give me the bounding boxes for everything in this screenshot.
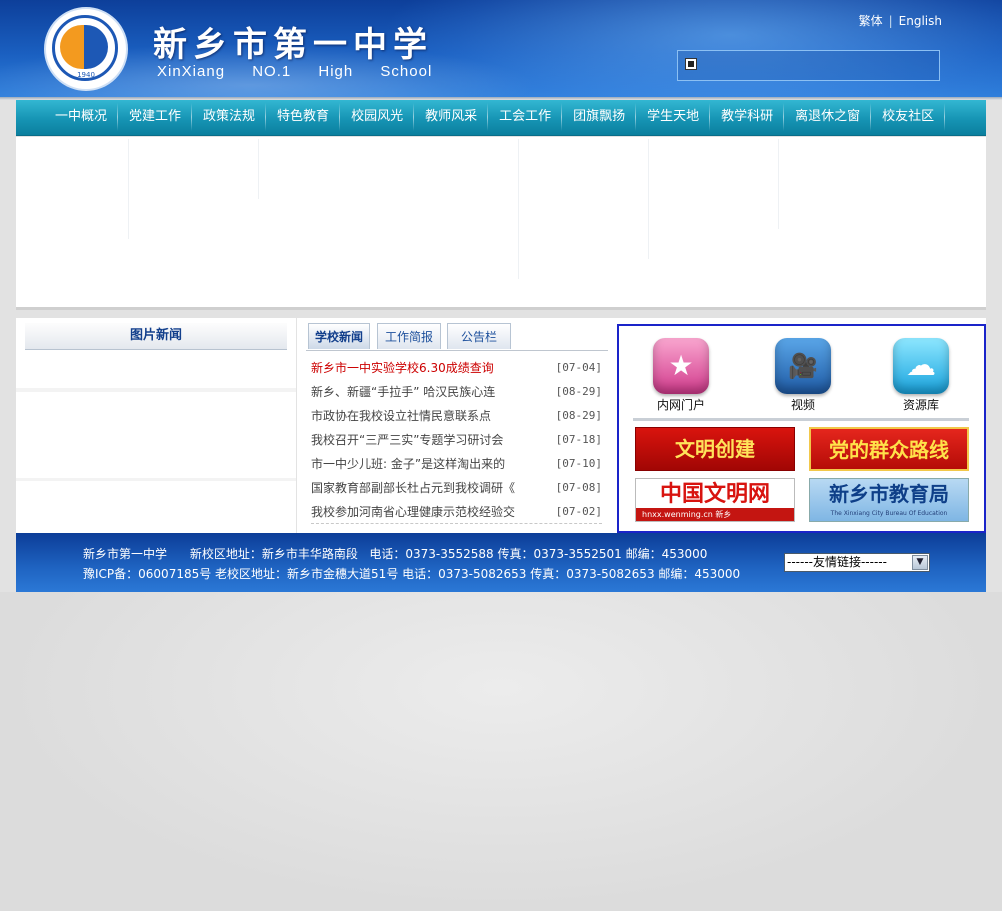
news-item-title[interactable]: 国家教育部副部长杜占元到我校调研《	[311, 476, 531, 500]
lang-traditional-link[interactable]: 繁体	[859, 14, 883, 28]
language-switch: 繁体 | English	[859, 12, 942, 29]
news-item[interactable]: 我校参加河南省心理健康示范校经验交 [07-02]	[311, 500, 602, 524]
news-list: 新乡市一中实验学校6.30成绩查询 [07-04] 新乡、新疆“手拉手” 哈汉民…	[311, 356, 602, 524]
nav-item-students[interactable]: 学生天地	[636, 100, 711, 135]
china-civilization-net-subtitle: hnxx.wenming.cn 新乡	[636, 508, 794, 521]
nav-item-research[interactable]: 教学科研	[710, 100, 785, 135]
content-section: 图片新闻 学校新闻 工作简报 公告栏 新乡市一中实验学校6.30成绩查询 [07…	[16, 318, 986, 533]
nav-item-policy[interactable]: 政策法规	[192, 100, 267, 135]
news-divider	[311, 523, 602, 524]
tab-bulletin[interactable]: 公告栏	[447, 323, 511, 349]
news-item[interactable]: 新乡、新疆“手拉手” 哈汉民族心连 [08-29]	[311, 380, 602, 404]
video-button[interactable]: 🎥 视频	[773, 338, 833, 413]
banner-fold-line	[518, 139, 519, 279]
nav-item-union[interactable]: 工会工作	[488, 100, 563, 135]
education-bureau-subtitle: The Xinxiang City Bureau Of Education	[830, 510, 948, 517]
star-icon: ★	[653, 338, 709, 394]
school-name-cn: 新乡市第一中学	[153, 25, 433, 65]
mass-line-banner[interactable]: 党的群众路线	[809, 427, 969, 471]
news-item-date: [07-08]	[555, 481, 602, 494]
news-item-title[interactable]: 我校召开“三严三实”专题学习研讨会	[311, 428, 531, 452]
news-item-title[interactable]: 市一中少儿班: 金子”是这样淘出来的	[311, 452, 531, 476]
education-bureau-title: 新乡市教育局	[829, 482, 949, 506]
friend-links-select[interactable]: ------友情链接------ ▼	[784, 553, 930, 572]
news-item[interactable]: 国家教育部副部长杜占元到我校调研《 [07-08]	[311, 476, 602, 500]
nav-item-youth-league[interactable]: 团旗飘扬	[562, 100, 637, 135]
news-panel: 学校新闻 工作简报 公告栏 新乡市一中实验学校6.30成绩查询 [07-04] …	[306, 318, 608, 533]
footer-address-line-1: 新乡市第一中学 新校区地址：新乡市丰华路南段 电话：0373-3552588 传…	[83, 547, 708, 561]
video-label: 视频	[790, 398, 815, 412]
education-bureau-banner[interactable]: 新乡市教育局 The Xinxiang City Bureau Of Educa…	[809, 478, 969, 522]
news-item-title[interactable]: 市政协在我校设立社情民意联系点	[311, 404, 531, 428]
friend-links-selected-value: ------友情链接------	[787, 555, 887, 569]
logo-year: 1940	[77, 71, 95, 79]
school-logo[interactable]: 1940	[44, 7, 128, 91]
site-header: 1940 新乡市第一中学 XinXiang NO.1 High School 繁…	[0, 0, 1002, 97]
nav-item-alumni[interactable]: 校友社区	[871, 100, 946, 135]
footer-address-line-2: 豫ICP备：06007185号 老校区地址：新乡市金穗大道51号 电话：0373…	[83, 567, 741, 581]
nav-item-teachers[interactable]: 教师风采	[414, 100, 489, 135]
quick-links-panel: ★ 内网门户 🎥 视频 ☁ 资源库 文明创建 党的群众路线 中国文明网 hnxx…	[617, 324, 986, 533]
banner-fold-line	[648, 139, 649, 259]
picture-news-divider	[16, 478, 296, 481]
picture-news-divider	[16, 388, 296, 392]
news-item-date: [08-29]	[555, 409, 602, 422]
picture-news-panel: 图片新闻	[16, 318, 297, 533]
resource-library-button[interactable]: ☁ 资源库	[891, 338, 951, 413]
lang-english-link[interactable]: English	[899, 14, 942, 28]
main-nav: 一中概况 党建工作 政策法规 特色教育 校园风光 教师风采 工会工作 团旗飘扬 …	[16, 100, 986, 136]
intranet-portal-button[interactable]: ★ 内网门户	[651, 338, 711, 413]
news-item-date: [07-02]	[555, 505, 602, 518]
news-item-title[interactable]: 我校参加河南省心理健康示范校经验交	[311, 500, 531, 524]
cloud-icon: ☁	[893, 338, 949, 394]
lang-separator: |	[888, 14, 893, 28]
news-item-date: [07-04]	[555, 361, 602, 374]
news-item-date: [07-18]	[555, 433, 602, 446]
banner-fold-line	[778, 139, 779, 229]
news-item[interactable]: 我校召开“三严三实”专题学习研讨会 [07-18]	[311, 428, 602, 452]
news-item-date: [08-29]	[555, 385, 602, 398]
nav-item-overview[interactable]: 一中概况	[44, 100, 119, 135]
page-background	[0, 592, 1002, 911]
icon-row-divider	[633, 418, 969, 421]
resource-library-label: 资源库	[902, 398, 939, 412]
tab-work-brief[interactable]: 工作简报	[377, 323, 441, 349]
china-civilization-net-title: 中国文明网	[659, 481, 770, 507]
news-item-title[interactable]: 新乡市一中实验学校6.30成绩查询	[311, 356, 531, 380]
intranet-portal-label: 内网门户	[656, 398, 705, 412]
news-item[interactable]: 市政协在我校设立社情民意联系点 [08-29]	[311, 404, 602, 428]
search-input[interactable]	[677, 50, 940, 81]
picture-news-title[interactable]: 图片新闻	[25, 323, 287, 350]
banner-fold-line	[258, 139, 259, 199]
news-item[interactable]: 市一中少儿班: 金子”是这样淘出来的 [07-10]	[311, 452, 602, 476]
news-item-title[interactable]: 新乡、新疆“手拉手” 哈汉民族心连	[311, 380, 531, 404]
search-checkbox-icon[interactable]	[685, 58, 697, 70]
tab-school-news[interactable]: 学校新闻	[308, 323, 370, 349]
chevron-down-icon[interactable]: ▼	[912, 555, 928, 570]
school-name-en: XinXiang NO.1 High School	[157, 63, 433, 80]
news-item[interactable]: 新乡市一中实验学校6.30成绩查询 [07-04]	[311, 356, 602, 380]
nav-item-retirees[interactable]: 离退休之窗	[784, 100, 872, 135]
video-camera-icon: 🎥	[775, 338, 831, 394]
news-item-date: [07-10]	[555, 457, 602, 470]
nav-item-special-edu[interactable]: 特色教育	[266, 100, 341, 135]
civilization-building-banner[interactable]: 文明创建	[635, 427, 795, 471]
banner-fold-line	[128, 139, 129, 239]
china-civilization-net-banner[interactable]: 中国文明网 hnxx.wenming.cn 新乡	[635, 478, 795, 522]
nav-item-campus[interactable]: 校园风光	[340, 100, 415, 135]
banner-area	[16, 137, 986, 310]
site-footer: 新乡市第一中学 新校区地址：新乡市丰华路南段 电话：0373-3552588 传…	[16, 533, 986, 592]
news-tabs: 学校新闻 工作简报 公告栏	[306, 323, 608, 351]
nav-item-party[interactable]: 党建工作	[118, 100, 193, 135]
